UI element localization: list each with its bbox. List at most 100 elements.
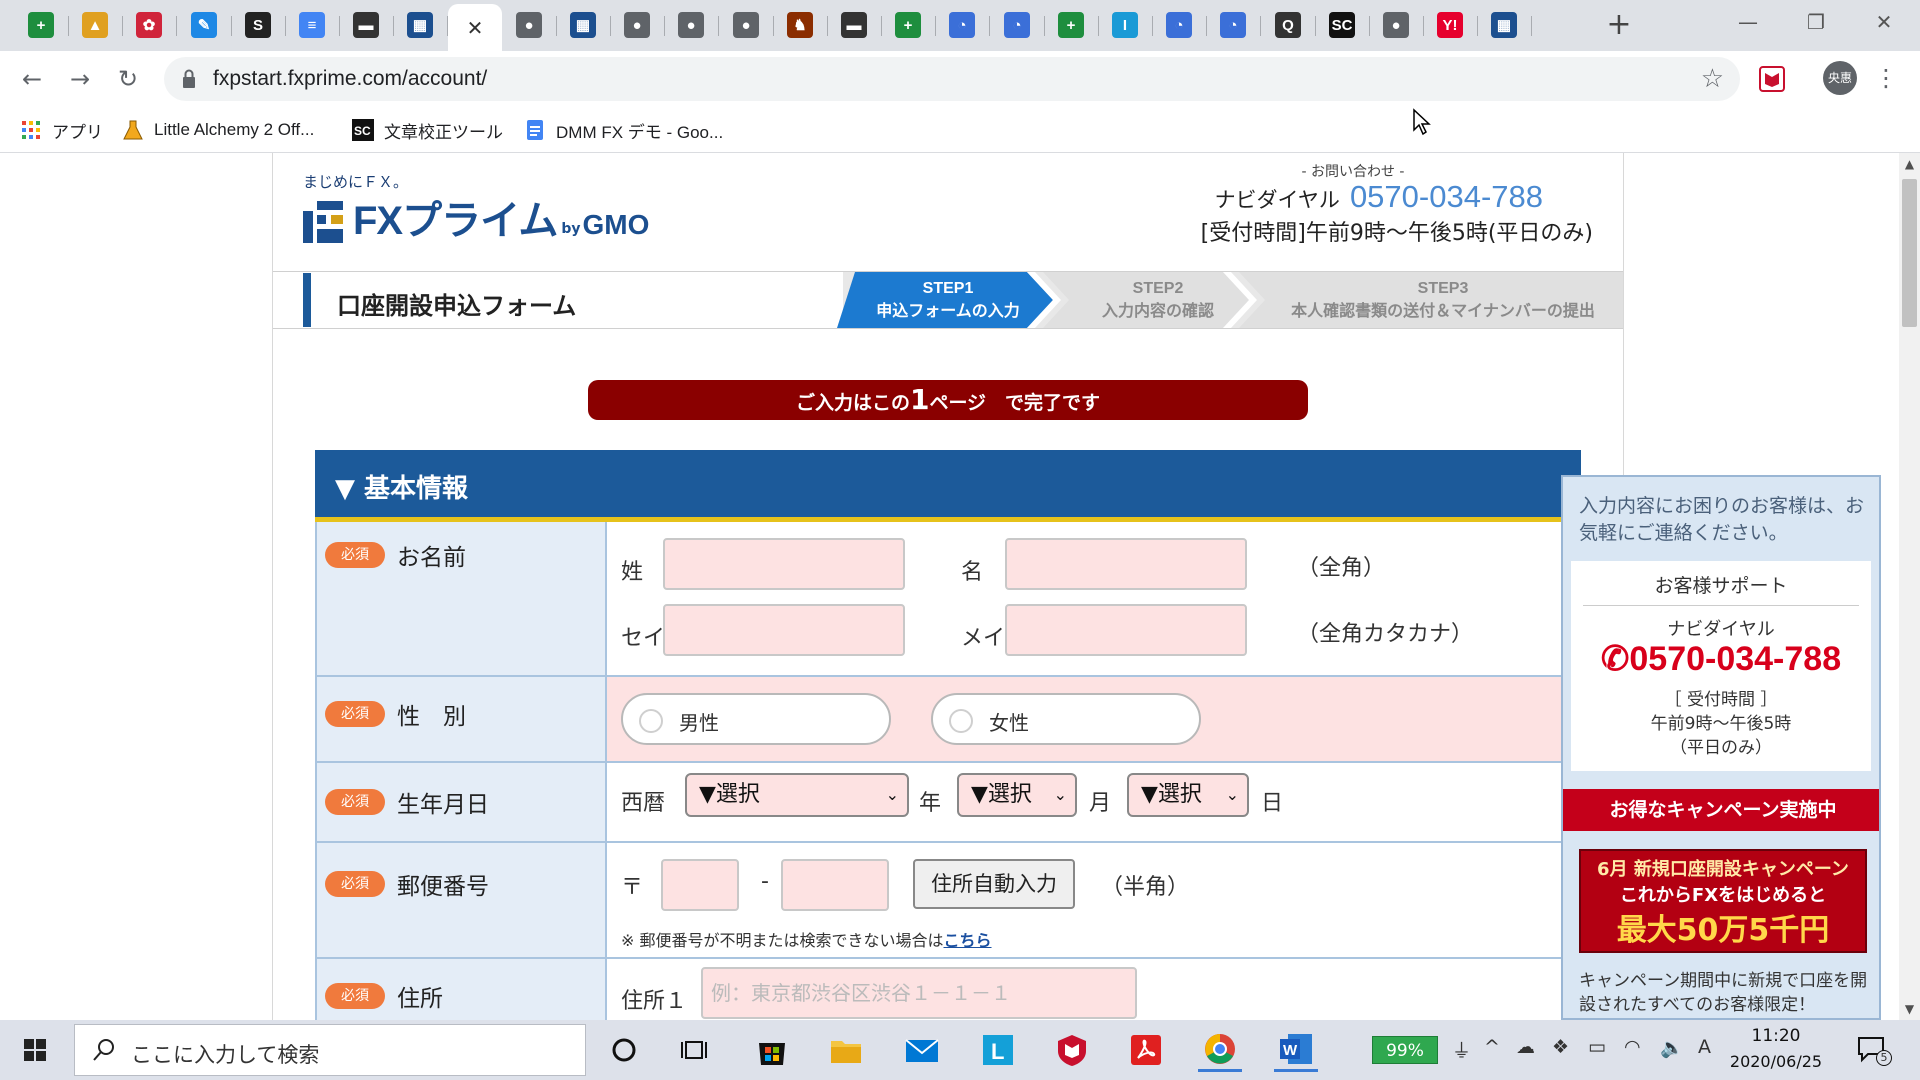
browser-tab[interactable]: Q	[1261, 4, 1315, 46]
scroll-thumb[interactable]	[1902, 179, 1917, 327]
first-name-input[interactable]	[1005, 538, 1247, 590]
birth-day-select[interactable]: ▼選択 ⌄	[1127, 773, 1249, 817]
chrome-menu-icon[interactable]: ⋮	[1874, 61, 1898, 95]
volume-muted-icon[interactable]: 🔈	[1660, 1036, 1684, 1059]
mail-icon[interactable]	[900, 1028, 944, 1072]
cortana-icon[interactable]	[602, 1028, 646, 1072]
browser-tab[interactable]: ▬	[339, 4, 393, 46]
zip-help-link[interactable]: こちら	[944, 931, 992, 950]
usb-device-icon[interactable]: ⏚	[1452, 1036, 1471, 1063]
mcafee-extension-icon[interactable]	[1758, 65, 1786, 93]
bookmark-bunsho-kousei[interactable]: SC 文章校正ツール	[352, 115, 503, 145]
browser-tab[interactable]: ◔	[935, 4, 989, 46]
browser-tab[interactable]: ≡	[285, 4, 339, 46]
contact-label: - お問い合わせ -	[1301, 164, 1405, 180]
dropbox-icon[interactable]: ❖	[1552, 1036, 1569, 1058]
zip-second-input[interactable]	[781, 859, 889, 911]
browser-tab[interactable]: ▦	[556, 4, 610, 46]
bookmark-dmm-fx-demo[interactable]: DMM FX デモ - Goo...	[524, 115, 723, 145]
chrome-icon[interactable]	[1198, 1028, 1242, 1072]
browser-tab[interactable]: ▦	[1477, 4, 1531, 46]
microsoft-store-icon[interactable]	[750, 1028, 794, 1072]
tab-close-icon[interactable]: ✕	[467, 16, 484, 40]
browser-tab[interactable]: S	[231, 4, 285, 46]
gender-male-radio[interactable]: 男性	[621, 693, 891, 745]
bookmark-apps[interactable]: アプリ	[20, 115, 103, 145]
file-explorer-icon[interactable]	[824, 1028, 868, 1072]
address-autofill-button[interactable]: 住所自動入力	[913, 859, 1075, 909]
browser-tab[interactable]: ●	[610, 4, 664, 46]
browser-tab[interactable]: +	[881, 4, 935, 46]
new-tab-button[interactable]: +	[1600, 10, 1638, 42]
scroll-down-arrow-icon[interactable]: ▼	[1899, 1002, 1920, 1018]
windows-start-icon[interactable]	[0, 1020, 70, 1080]
acrobat-reader-icon[interactable]	[1124, 1028, 1168, 1072]
browser-tab[interactable]: ✿	[122, 4, 176, 46]
browser-tab[interactable]: +	[14, 4, 68, 46]
browser-tab[interactable]: ◔	[1152, 4, 1206, 46]
profile-avatar[interactable]: 央惠	[1823, 61, 1857, 95]
browser-tab[interactable]: ●	[664, 4, 718, 46]
taskbar-search-box[interactable]: ここに入力して検索	[74, 1024, 586, 1076]
first-name-kana-input[interactable]	[1005, 604, 1247, 656]
forward-button[interactable]: →	[64, 63, 96, 95]
campaign-banner[interactable]: 6月 新規口座開設キャンペーン これからFXをはじめると 最大50万5千円	[1579, 849, 1867, 953]
browser-tab[interactable]: ✎	[177, 4, 231, 46]
birth-month-select[interactable]: ▼選択 ⌄	[957, 773, 1077, 817]
svg-text:L: L	[991, 1039, 1004, 1064]
back-button[interactable]: ←	[16, 63, 48, 95]
last-name-input[interactable]	[663, 538, 905, 590]
browser-tab[interactable]: ♞	[773, 4, 827, 46]
bookmark-label: アプリ	[52, 122, 103, 142]
support-days: （平日のみ）	[1670, 738, 1772, 758]
address-line1-input[interactable]: 例：東京都渋谷区渋谷１－１－１	[701, 967, 1137, 1019]
minimize-button[interactable]: —	[1718, 6, 1778, 38]
browser-tab[interactable]: ●	[502, 4, 556, 46]
bookmark-star-icon[interactable]: ☆	[1701, 64, 1724, 94]
clock-date[interactable]: 2020/06/25	[1728, 1052, 1824, 1071]
birth-year-select[interactable]: ▼選択 ⌄	[685, 773, 909, 817]
browser-tab[interactable]: ◔	[990, 4, 1044, 46]
scroll-up-arrow-icon[interactable]: ▲	[1899, 157, 1920, 173]
active-browser-tab[interactable]: ✕	[448, 4, 502, 51]
mcafee-shield-icon[interactable]	[1050, 1028, 1094, 1072]
contact-phone[interactable]: 0570-034-788	[1350, 179, 1543, 215]
url-text[interactable]: fxpstart.fxprime.com/account/	[213, 67, 487, 91]
browser-tab[interactable]: SC	[1315, 4, 1369, 46]
browser-tab[interactable]: ◔	[1206, 4, 1260, 46]
browser-tab[interactable]: ●	[719, 4, 773, 46]
word-icon[interactable]: W	[1274, 1028, 1318, 1072]
battery-indicator[interactable]: 99%	[1372, 1036, 1438, 1064]
field-label-cell: 必須 生年月日	[315, 763, 607, 841]
step-1: STEP1 申込フォームの入力	[853, 272, 1043, 328]
reload-button[interactable]: ↻	[112, 63, 144, 95]
gender-female-radio[interactable]: 女性	[931, 693, 1201, 745]
onedrive-cloud-icon[interactable]: ☁	[1516, 1036, 1535, 1058]
address-bar[interactable]: fxpstart.fxprime.com/account/ ☆	[164, 57, 1740, 101]
battery-status-icon[interactable]: ▭	[1588, 1036, 1606, 1058]
page-scrollbar[interactable]: ▲ ▼	[1899, 153, 1920, 1020]
last-name-kana-input[interactable]	[663, 604, 905, 656]
browser-tab[interactable]: +	[1044, 4, 1098, 46]
maximize-button[interactable]: ❐	[1786, 6, 1846, 38]
task-view-icon[interactable]	[672, 1028, 716, 1072]
fxprime-logo[interactable]: FXプライム by GMO	[303, 197, 649, 243]
svg-text:SC: SC	[354, 124, 371, 138]
close-window-button[interactable]: ✕	[1854, 6, 1914, 38]
support-phone[interactable]: ✆0570-034-788	[1571, 639, 1871, 679]
zip-first-input[interactable]	[661, 859, 739, 911]
show-hidden-icons-chevron-icon[interactable]: ^	[1484, 1036, 1500, 1058]
browser-tab[interactable]: ●	[1369, 4, 1423, 46]
browser-tab[interactable]: Y!	[1423, 4, 1477, 46]
bookmark-little-alchemy[interactable]: Little Alchemy 2 Off...	[122, 115, 314, 145]
browser-tab[interactable]: I	[1098, 4, 1152, 46]
line-l-app-icon[interactable]: L	[976, 1028, 1020, 1072]
browser-tab[interactable]: ▦	[393, 4, 447, 46]
step-progress-bar: 口座開設申込フォーム STEP1 申込フォームの入力 STEP2 入力内容の確認…	[273, 271, 1623, 329]
browser-tab[interactable]: ▲	[68, 4, 122, 46]
browser-tab[interactable]: ▬	[827, 4, 881, 46]
basic-info-section-header[interactable]: ▼ 基本情報	[315, 450, 1581, 522]
wifi-icon[interactable]: ◠	[1624, 1036, 1641, 1058]
clock-time[interactable]: 11:20	[1736, 1026, 1816, 1046]
ime-indicator[interactable]: A	[1698, 1036, 1711, 1058]
